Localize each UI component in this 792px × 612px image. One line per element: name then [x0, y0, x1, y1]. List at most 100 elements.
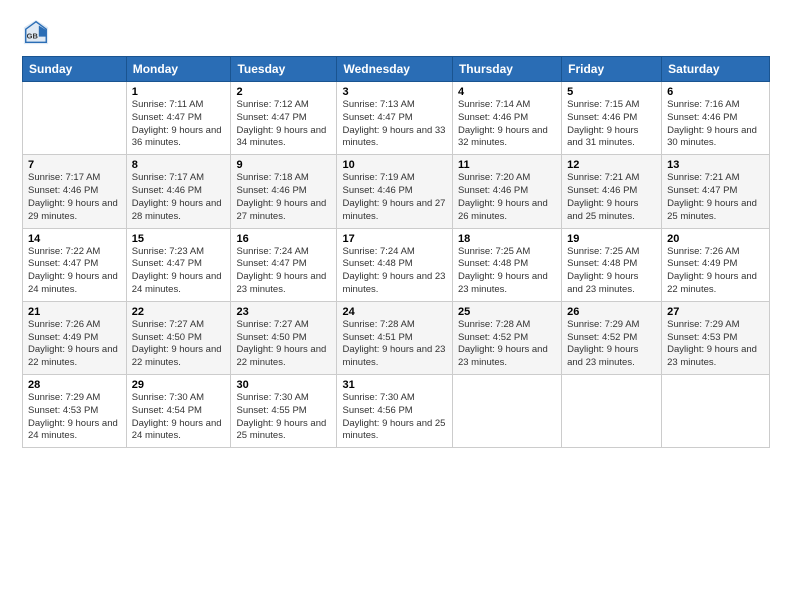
calendar-cell: 9Sunrise: 7:18 AMSunset: 4:46 PMDaylight…: [231, 155, 337, 228]
calendar-cell: 22Sunrise: 7:27 AMSunset: 4:50 PMDayligh…: [126, 301, 231, 374]
day-info: Sunrise: 7:29 AMSunset: 4:53 PMDaylight:…: [28, 392, 121, 443]
day-info: Sunrise: 7:24 AMSunset: 4:48 PMDaylight:…: [342, 246, 446, 297]
calendar-cell: 3Sunrise: 7:13 AMSunset: 4:47 PMDaylight…: [337, 82, 452, 155]
page: GB SundayMondayTuesdayWednesdayThursdayF…: [0, 0, 792, 612]
day-number: 17: [342, 233, 446, 245]
calendar-table: SundayMondayTuesdayWednesdayThursdayFrid…: [22, 56, 770, 448]
header-day: Saturday: [662, 57, 770, 82]
day-number: 10: [342, 159, 446, 171]
header-day: Tuesday: [231, 57, 337, 82]
day-number: 18: [458, 233, 556, 245]
day-number: 22: [132, 306, 226, 318]
calendar-cell: 6Sunrise: 7:16 AMSunset: 4:46 PMDaylight…: [662, 82, 770, 155]
day-info: Sunrise: 7:19 AMSunset: 4:46 PMDaylight:…: [342, 172, 446, 223]
day-number: 11: [458, 159, 556, 171]
calendar-cell: 10Sunrise: 7:19 AMSunset: 4:46 PMDayligh…: [337, 155, 452, 228]
day-number: 8: [132, 159, 226, 171]
calendar-cell: 5Sunrise: 7:15 AMSunset: 4:46 PMDaylight…: [562, 82, 662, 155]
calendar-cell: 8Sunrise: 7:17 AMSunset: 4:46 PMDaylight…: [126, 155, 231, 228]
day-number: 30: [236, 379, 331, 391]
calendar-week: 1Sunrise: 7:11 AMSunset: 4:47 PMDaylight…: [23, 82, 770, 155]
day-number: 15: [132, 233, 226, 245]
day-number: 23: [236, 306, 331, 318]
svg-text:GB: GB: [27, 32, 39, 41]
day-number: 5: [567, 86, 656, 98]
logo-icon: GB: [22, 18, 50, 46]
calendar-cell: 29Sunrise: 7:30 AMSunset: 4:54 PMDayligh…: [126, 375, 231, 448]
day-info: Sunrise: 7:26 AMSunset: 4:49 PMDaylight:…: [28, 319, 121, 370]
day-info: Sunrise: 7:14 AMSunset: 4:46 PMDaylight:…: [458, 99, 556, 150]
day-info: Sunrise: 7:21 AMSunset: 4:46 PMDaylight:…: [567, 172, 656, 223]
logo: GB: [22, 18, 54, 46]
day-number: 14: [28, 233, 121, 245]
day-info: Sunrise: 7:30 AMSunset: 4:56 PMDaylight:…: [342, 392, 446, 443]
header-day: Thursday: [452, 57, 561, 82]
header-row: SundayMondayTuesdayWednesdayThursdayFrid…: [23, 57, 770, 82]
day-info: Sunrise: 7:21 AMSunset: 4:47 PMDaylight:…: [667, 172, 764, 223]
calendar-cell: [562, 375, 662, 448]
calendar-cell: 14Sunrise: 7:22 AMSunset: 4:47 PMDayligh…: [23, 228, 127, 301]
day-info: Sunrise: 7:29 AMSunset: 4:53 PMDaylight:…: [667, 319, 764, 370]
calendar-cell: [662, 375, 770, 448]
day-number: 16: [236, 233, 331, 245]
day-number: 19: [567, 233, 656, 245]
day-number: 31: [342, 379, 446, 391]
calendar-cell: 25Sunrise: 7:28 AMSunset: 4:52 PMDayligh…: [452, 301, 561, 374]
calendar-week: 7Sunrise: 7:17 AMSunset: 4:46 PMDaylight…: [23, 155, 770, 228]
header-day: Friday: [562, 57, 662, 82]
calendar-week: 14Sunrise: 7:22 AMSunset: 4:47 PMDayligh…: [23, 228, 770, 301]
day-info: Sunrise: 7:30 AMSunset: 4:54 PMDaylight:…: [132, 392, 226, 443]
day-info: Sunrise: 7:13 AMSunset: 4:47 PMDaylight:…: [342, 99, 446, 150]
day-number: 9: [236, 159, 331, 171]
calendar-cell: 16Sunrise: 7:24 AMSunset: 4:47 PMDayligh…: [231, 228, 337, 301]
calendar-week: 28Sunrise: 7:29 AMSunset: 4:53 PMDayligh…: [23, 375, 770, 448]
header: GB: [22, 18, 770, 46]
calendar-cell: 7Sunrise: 7:17 AMSunset: 4:46 PMDaylight…: [23, 155, 127, 228]
day-number: 1: [132, 86, 226, 98]
calendar-cell: 21Sunrise: 7:26 AMSunset: 4:49 PMDayligh…: [23, 301, 127, 374]
day-info: Sunrise: 7:22 AMSunset: 4:47 PMDaylight:…: [28, 246, 121, 297]
day-number: 29: [132, 379, 226, 391]
day-info: Sunrise: 7:28 AMSunset: 4:51 PMDaylight:…: [342, 319, 446, 370]
day-info: Sunrise: 7:18 AMSunset: 4:46 PMDaylight:…: [236, 172, 331, 223]
day-info: Sunrise: 7:17 AMSunset: 4:46 PMDaylight:…: [28, 172, 121, 223]
day-info: Sunrise: 7:24 AMSunset: 4:47 PMDaylight:…: [236, 246, 331, 297]
header-day: Wednesday: [337, 57, 452, 82]
day-number: 4: [458, 86, 556, 98]
calendar-cell: 30Sunrise: 7:30 AMSunset: 4:55 PMDayligh…: [231, 375, 337, 448]
calendar-cell: 12Sunrise: 7:21 AMSunset: 4:46 PMDayligh…: [562, 155, 662, 228]
day-info: Sunrise: 7:30 AMSunset: 4:55 PMDaylight:…: [236, 392, 331, 443]
day-number: 7: [28, 159, 121, 171]
day-info: Sunrise: 7:26 AMSunset: 4:49 PMDaylight:…: [667, 246, 764, 297]
calendar-cell: 19Sunrise: 7:25 AMSunset: 4:48 PMDayligh…: [562, 228, 662, 301]
day-info: Sunrise: 7:25 AMSunset: 4:48 PMDaylight:…: [567, 246, 656, 297]
day-number: 12: [567, 159, 656, 171]
day-info: Sunrise: 7:17 AMSunset: 4:46 PMDaylight:…: [132, 172, 226, 223]
calendar-cell: 28Sunrise: 7:29 AMSunset: 4:53 PMDayligh…: [23, 375, 127, 448]
day-number: 25: [458, 306, 556, 318]
day-info: Sunrise: 7:27 AMSunset: 4:50 PMDaylight:…: [236, 319, 331, 370]
day-number: 26: [567, 306, 656, 318]
day-info: Sunrise: 7:23 AMSunset: 4:47 PMDaylight:…: [132, 246, 226, 297]
day-info: Sunrise: 7:28 AMSunset: 4:52 PMDaylight:…: [458, 319, 556, 370]
calendar-cell: 11Sunrise: 7:20 AMSunset: 4:46 PMDayligh…: [452, 155, 561, 228]
day-info: Sunrise: 7:20 AMSunset: 4:46 PMDaylight:…: [458, 172, 556, 223]
calendar-cell: 4Sunrise: 7:14 AMSunset: 4:46 PMDaylight…: [452, 82, 561, 155]
calendar-cell: 20Sunrise: 7:26 AMSunset: 4:49 PMDayligh…: [662, 228, 770, 301]
calendar-cell: 15Sunrise: 7:23 AMSunset: 4:47 PMDayligh…: [126, 228, 231, 301]
day-info: Sunrise: 7:11 AMSunset: 4:47 PMDaylight:…: [132, 99, 226, 150]
header-day: Sunday: [23, 57, 127, 82]
calendar-cell: 18Sunrise: 7:25 AMSunset: 4:48 PMDayligh…: [452, 228, 561, 301]
calendar-cell: [23, 82, 127, 155]
day-info: Sunrise: 7:15 AMSunset: 4:46 PMDaylight:…: [567, 99, 656, 150]
day-info: Sunrise: 7:29 AMSunset: 4:52 PMDaylight:…: [567, 319, 656, 370]
calendar-cell: 31Sunrise: 7:30 AMSunset: 4:56 PMDayligh…: [337, 375, 452, 448]
calendar-cell: 24Sunrise: 7:28 AMSunset: 4:51 PMDayligh…: [337, 301, 452, 374]
day-number: 21: [28, 306, 121, 318]
header-day: Monday: [126, 57, 231, 82]
day-number: 13: [667, 159, 764, 171]
calendar-cell: 27Sunrise: 7:29 AMSunset: 4:53 PMDayligh…: [662, 301, 770, 374]
day-info: Sunrise: 7:27 AMSunset: 4:50 PMDaylight:…: [132, 319, 226, 370]
day-number: 2: [236, 86, 331, 98]
day-number: 24: [342, 306, 446, 318]
